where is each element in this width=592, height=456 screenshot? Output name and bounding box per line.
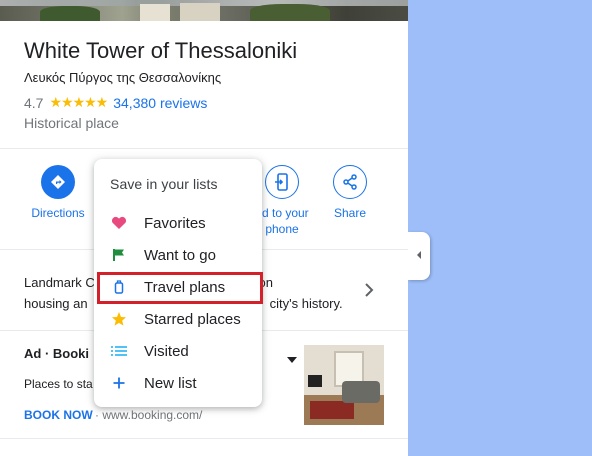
ad-title[interactable]: Ad · Booki: [24, 346, 89, 361]
directions-icon: [41, 165, 75, 199]
place-category: Historical place: [24, 115, 119, 131]
menu-item-want-to-go[interactable]: Want to go: [94, 239, 262, 271]
menu-item-visited[interactable]: Visited: [94, 335, 262, 367]
menu-item-label: Want to go: [144, 246, 216, 264]
menu-item-starred-places[interactable]: Starred places: [94, 303, 262, 335]
share-label: Share: [333, 206, 367, 220]
list-icon: [109, 345, 129, 357]
chevron-right-icon[interactable]: [364, 283, 374, 302]
rating-row: 4.7 ★★★★★ 34,380 reviews: [24, 94, 207, 111]
menu-item-label: Visited: [144, 342, 189, 360]
menu-item-label: Favorites: [144, 214, 206, 232]
rating-stars: ★★★★★: [49, 94, 108, 110]
heart-icon: [109, 216, 129, 230]
directions-button[interactable]: Directions: [28, 165, 88, 221]
reviews-link[interactable]: 34,380 reviews: [113, 95, 207, 111]
menu-header: Save in your lists: [110, 176, 218, 192]
highlight-box: [97, 272, 263, 304]
ad-caret-down-icon[interactable]: [287, 350, 297, 368]
menu-item-label: New list: [144, 374, 197, 392]
ad-image[interactable]: [304, 345, 384, 425]
directions-label: Directions: [31, 206, 85, 220]
rating-value: 4.7: [24, 94, 44, 111]
collapse-panel-button[interactable]: [408, 232, 430, 280]
divider: [0, 438, 408, 439]
ad-description: Places to sta: [24, 377, 93, 391]
menu-item-favorites[interactable]: Favorites: [94, 207, 262, 239]
plus-icon: [109, 376, 129, 390]
divider: [0, 148, 408, 149]
book-now-link[interactable]: BOOK NOW: [24, 408, 93, 422]
phone-send-icon: [265, 165, 299, 199]
place-photo[interactable]: [0, 0, 408, 21]
place-title: White Tower of Thessaloniki: [24, 38, 298, 63]
desc-line2-left: housing an: [24, 296, 88, 311]
menu-item-new-list[interactable]: New list: [94, 367, 262, 399]
map-area[interactable]: [408, 0, 592, 456]
chevron-left-icon: [415, 247, 423, 265]
ad-url[interactable]: · www.booking.com/: [95, 408, 202, 422]
share-icon: [333, 165, 367, 199]
place-native-name: Λευκός Πύργος της Θεσσαλονίκης: [24, 70, 222, 85]
desc-line1-left: Landmark C: [24, 275, 95, 290]
desc-line2-right: city's history.: [269, 296, 343, 311]
share-button[interactable]: Share: [320, 165, 380, 221]
menu-item-label: Starred places: [144, 310, 241, 328]
flag-icon: [109, 248, 129, 262]
star-icon: [109, 311, 129, 327]
